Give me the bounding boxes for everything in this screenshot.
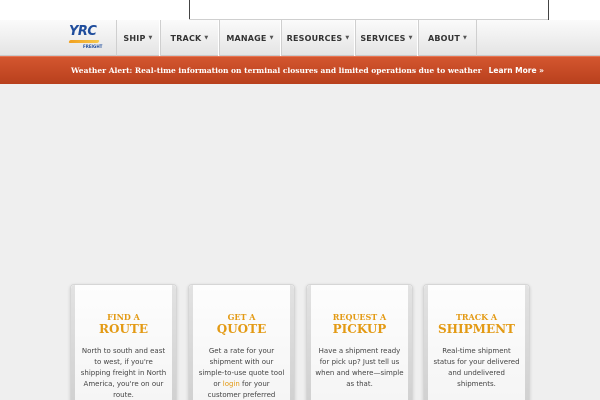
card-edge	[408, 285, 412, 400]
card-edge	[424, 285, 428, 400]
card-edge	[290, 285, 294, 400]
card-title-small: GET A	[227, 312, 256, 322]
caret-down-icon: ▼	[408, 35, 413, 41]
card-edge	[71, 285, 75, 400]
nav-label: ABOUT	[427, 33, 460, 43]
caret-down-icon: ▼	[148, 35, 153, 41]
header-bar: YRC FREIGHT SHIP ▼ TRACK ▼ MANAGE ▼ RESOURC…	[0, 20, 600, 56]
card-get-quote[interactable]: GET A QUOTE Get a rate for your shipment…	[188, 284, 295, 400]
card-description: North to south and east to west, if you'…	[80, 347, 167, 399]
main-nav: SHIP ▼ TRACK ▼ MANAGE ▼ RESOURCES ▼ SERVICES…	[116, 20, 477, 56]
nav-label: TRACK	[170, 33, 202, 43]
learn-more-link[interactable]: Learn More »	[489, 66, 544, 75]
nav-label: SHIP	[123, 33, 146, 43]
logo-text: YRC	[69, 24, 97, 39]
card-find-route[interactable]: FIND A ROUTE North to south and east to …	[70, 284, 177, 400]
card-request-pickup[interactable]: REQUEST A PICKUP Have a shipment ready f…	[306, 284, 413, 400]
caret-down-icon: ▼	[345, 35, 350, 41]
card-title-large: QUOTE	[216, 322, 267, 336]
alert-message: Weather Alert: Real-time information on …	[71, 66, 482, 75]
divider	[189, 0, 190, 20]
card-title-large: PICKUP	[332, 322, 387, 336]
logo-swoosh-icon	[68, 40, 100, 43]
caret-down-icon: ▼	[463, 35, 468, 41]
card-description: Real-time shipment status for your deliv…	[433, 347, 520, 388]
card-title-large: ROUTE	[99, 322, 148, 336]
card-title-large: SHIPMENT	[438, 322, 515, 336]
caret-down-icon: ▼	[269, 35, 274, 41]
nav-label: SERVICES	[360, 33, 406, 43]
nav-resources[interactable]: RESOURCES ▼	[281, 20, 355, 56]
card-title-small: FIND A	[107, 312, 140, 322]
nav-track[interactable]: TRACK ▼	[160, 20, 219, 56]
card-edge	[525, 285, 529, 400]
nav-manage[interactable]: MANAGE ▼	[219, 20, 281, 56]
nav-label: RESOURCES	[286, 33, 343, 43]
top-strip	[0, 0, 600, 20]
card-edge	[189, 285, 193, 400]
card-edge	[172, 285, 176, 400]
login-link[interactable]: login	[223, 380, 240, 388]
nav-ship[interactable]: SHIP ▼	[116, 20, 160, 56]
card-track-shipment[interactable]: TRACK A SHIPMENT Real-time shipment stat…	[423, 284, 530, 400]
card-title-small: REQUEST A	[332, 312, 387, 322]
card-title-small: TRACK A	[455, 312, 498, 322]
nav-label: MANAGE	[226, 33, 267, 43]
nav-services[interactable]: SERVICES ▼	[355, 20, 418, 56]
logo-subtext: FREIGHT	[83, 44, 103, 49]
weather-alert-bar: Weather Alert: Real-time information on …	[0, 56, 600, 84]
yrc-logo[interactable]: YRC FREIGHT	[68, 24, 105, 51]
card-description: Get a rate for your shipment with our si…	[197, 346, 286, 400]
caret-down-icon: ▼	[204, 35, 209, 41]
divider	[548, 0, 549, 20]
nav-about[interactable]: ABOUT ▼	[418, 20, 477, 56]
card-description: Have a shipment ready for pick up? Just …	[315, 347, 404, 388]
card-edge	[307, 285, 311, 400]
